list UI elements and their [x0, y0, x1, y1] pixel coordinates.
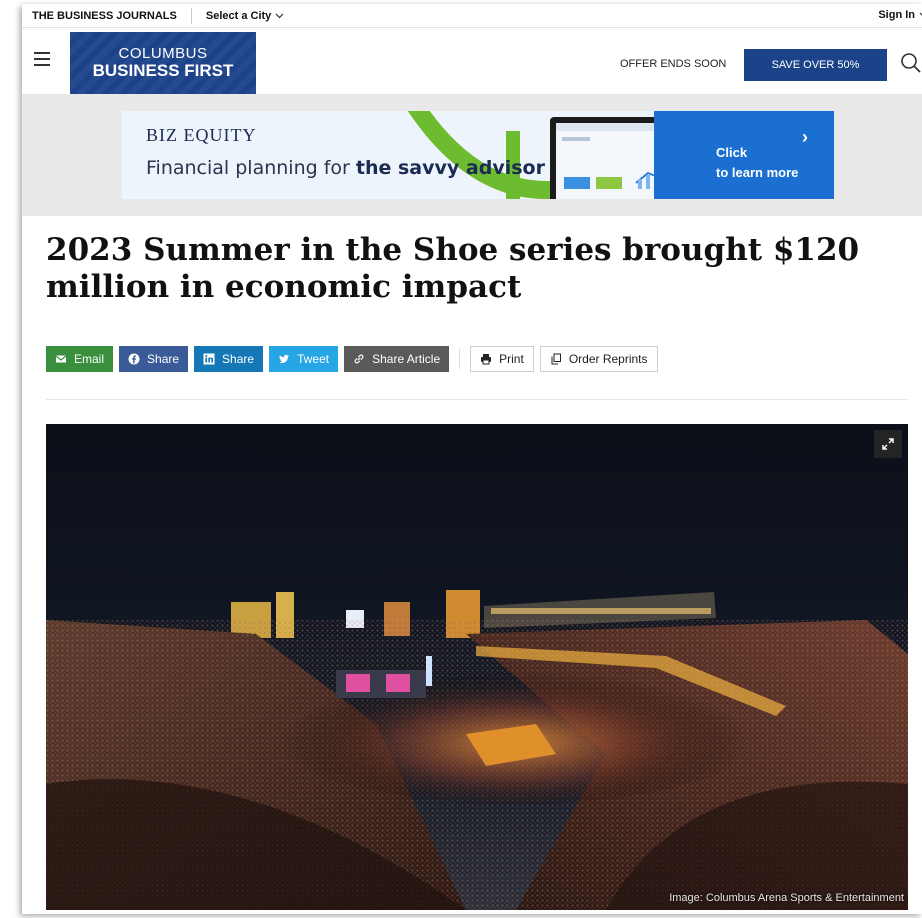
content-divider	[46, 399, 908, 400]
email-share-button[interactable]: Email	[46, 346, 114, 372]
print-label: Print	[499, 352, 524, 366]
ad-strip: BIZ EQUITY Financial planning for the sa…	[22, 94, 922, 216]
envelope-icon	[55, 355, 67, 363]
article-headline: 2023 Summer in the Shoe series brought $…	[46, 232, 860, 305]
city-select[interactable]: Select a City	[206, 10, 284, 22]
logo-line-2: BUSINESS FIRST	[92, 60, 234, 80]
article-hero-image[interactable]: Image: Columbus Arena Sports & Entertain…	[46, 424, 908, 910]
chevron-down-icon	[275, 13, 284, 18]
network-brand-link[interactable]: THE BUSINESS JOURNALS	[22, 10, 177, 22]
logo-line-1: COLUMBUS	[118, 45, 208, 63]
expand-icon[interactable]	[874, 430, 902, 458]
order-reprints-button[interactable]: Order Reprints	[539, 346, 658, 372]
page-frame: THE BUSINESS JOURNALS Select a City Sign…	[22, 4, 922, 914]
site-header: COLUMBUS BUSINESS FIRST OFFER ENDS SOON …	[22, 28, 922, 94]
offer-text: OFFER ENDS SOON	[620, 58, 727, 70]
utility-bar: THE BUSINESS JOURNALS Select a City Sign…	[22, 4, 922, 28]
toolbar-divider	[459, 349, 461, 369]
utility-divider	[190, 7, 192, 24]
advertisement-banner[interactable]: BIZ EQUITY Financial planning for the sa…	[122, 111, 834, 199]
order-reprints-label: Order Reprints	[568, 352, 648, 366]
email-share-label: Email	[74, 352, 105, 366]
ad-cta-line-1: Click	[716, 145, 748, 160]
linkedin-icon	[203, 353, 215, 365]
linkedin-share-label: Share	[222, 352, 255, 366]
ad-cta[interactable]: › Click to learn more	[654, 111, 834, 199]
stadium-photo	[46, 424, 908, 910]
menu-icon[interactable]	[34, 52, 50, 66]
share-article-button[interactable]: Share Article	[344, 346, 450, 372]
city-select-label: Select a City	[205, 9, 272, 22]
link-icon	[354, 354, 364, 364]
ad-tagline-bold: the savvy advisor	[355, 157, 545, 179]
search-icon[interactable]	[900, 52, 922, 74]
ad-tagline: Financial planning for the savvy advisor	[146, 157, 545, 179]
ad-tagline-prefix: Financial planning for	[146, 157, 356, 179]
copy-icon	[551, 353, 561, 365]
sign-in-link[interactable]: Sign In	[878, 9, 922, 21]
printer-icon	[481, 354, 492, 365]
sign-in-label: Sign In	[878, 9, 915, 21]
twitter-bird-icon	[279, 354, 290, 363]
ad-cta-line-2: to learn more	[716, 165, 799, 180]
ad-brand: BIZ EQUITY	[146, 125, 257, 145]
facebook-share-button[interactable]: Share	[119, 346, 189, 372]
chevron-right-icon: ›	[802, 127, 808, 147]
print-button[interactable]: Print	[470, 346, 534, 372]
facebook-icon	[128, 353, 140, 365]
image-caption: Image: Columbus Arena Sports & Entertain…	[669, 892, 904, 904]
linkedin-share-button[interactable]: Share	[194, 346, 264, 372]
twitter-share-button[interactable]: Tweet	[269, 346, 339, 372]
twitter-share-label: Tweet	[297, 352, 330, 366]
share-article-label: Share Article	[372, 352, 441, 366]
site-logo[interactable]: COLUMBUS BUSINESS FIRST	[70, 32, 256, 94]
facebook-share-label: Share	[147, 352, 180, 366]
subscribe-button[interactable]: SAVE OVER 50%	[744, 49, 887, 81]
share-toolbar: Email Share Share Tweet Share Article Pr…	[46, 346, 664, 372]
